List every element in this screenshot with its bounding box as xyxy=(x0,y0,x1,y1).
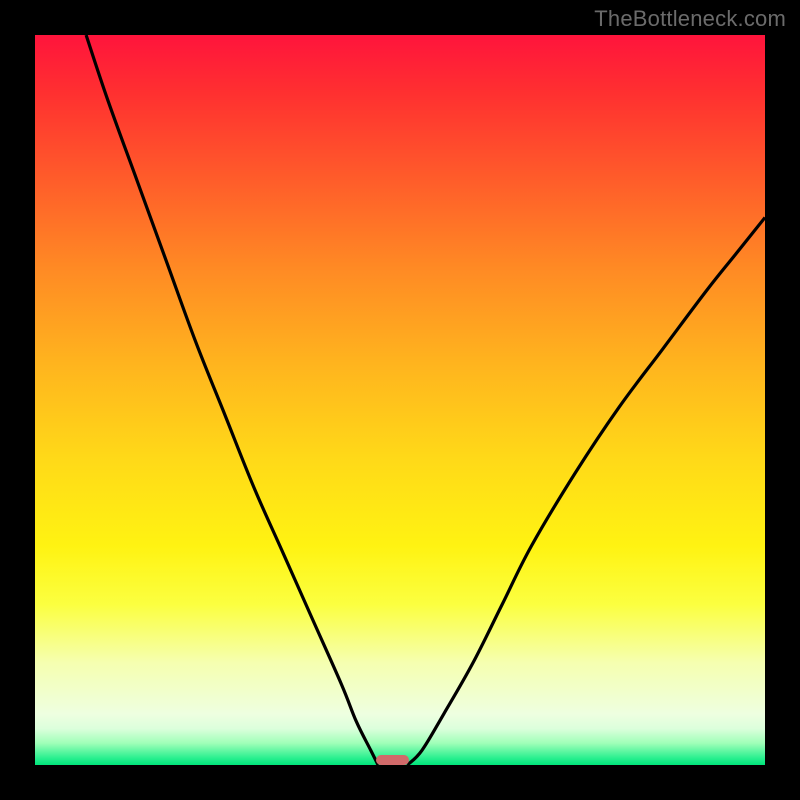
watermark-text: TheBottleneck.com xyxy=(594,6,786,32)
bottleneck-curve xyxy=(35,35,765,765)
plot-area xyxy=(35,35,765,765)
frame: TheBottleneck.com xyxy=(0,0,800,800)
curve-left xyxy=(86,35,378,765)
curve-right xyxy=(407,218,765,766)
min-marker xyxy=(376,755,409,765)
